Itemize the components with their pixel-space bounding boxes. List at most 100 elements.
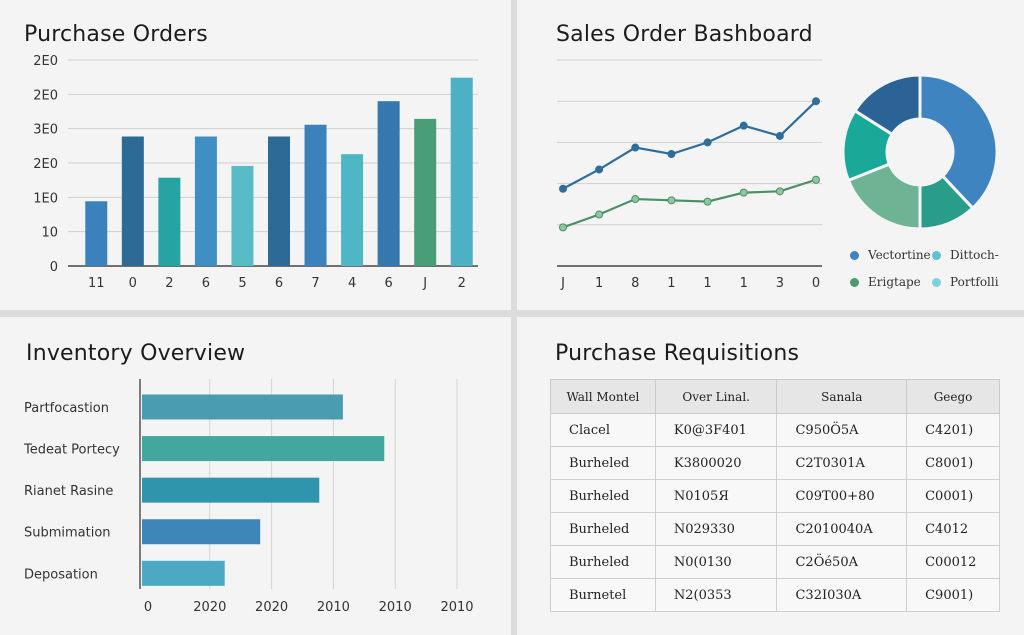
bar <box>414 118 437 266</box>
column-header[interactable]: Geego <box>906 379 1000 414</box>
x-tick-label: 7 <box>311 276 319 291</box>
x-tick-label: 5 <box>238 276 246 291</box>
requisitions-table: Wall Montel Over Linal. Sanala Geego Cla… <box>550 379 1000 612</box>
x-tick-label: 2010 <box>379 600 412 615</box>
y-tick-label: 2E0 <box>33 54 58 69</box>
legend-item-1: Vectortine <box>850 248 931 262</box>
table-row[interactable]: Clacel K0@3F401 C950Ö5A C4201) <box>550 413 1000 447</box>
table-row[interactable]: Burheled N029330 C2010040A C4012 <box>550 512 1000 546</box>
legend-label: Vectortine <box>868 248 931 262</box>
purchase-orders-chart: 2E0 2E0 3E0 2E0 1E0 10 0 11 0 2 6 5 6 7 4 6 J 2 <box>33 54 478 291</box>
table-cell: N029330 <box>654 512 778 546</box>
bar <box>142 477 320 503</box>
table-cell: C2Öé50A <box>776 545 908 579</box>
table-row[interactable]: Burheled K3800020 C2T0301A C8001) <box>550 446 1000 480</box>
table-cell: Burheled <box>550 545 656 579</box>
legend-label: Dittoch- <box>950 248 999 262</box>
bar <box>231 165 254 266</box>
table-cell: C32I030A <box>776 578 908 612</box>
legend-dot-icon <box>932 251 941 260</box>
table-cell: Burheled <box>550 512 656 546</box>
table-cell: C2010040A <box>776 512 908 546</box>
requisitions-title: Purchase Requisitions <box>555 341 800 366</box>
y-category-label: Submimation <box>24 526 111 541</box>
table-row[interactable]: Burheled N0105Я C09T00+80 C0001) <box>550 479 1000 513</box>
table-cell: K3800020 <box>654 446 778 480</box>
table-cell: Burheled <box>550 479 656 513</box>
inventory-panel: Inventory Overview 0 2020 2020 2010 2010 2010… <box>0 317 511 635</box>
table-cell: Burnetel <box>550 578 656 612</box>
purchase-orders-panel: Purchase Orders 2E0 2E0 3E0 2E0 1E0 10 0 11 0 2 6 5… <box>0 0 511 310</box>
y-category-label: Deposation <box>24 567 98 582</box>
table-cell: C950Ö5A <box>776 413 908 447</box>
bar <box>158 177 181 266</box>
legend-label: Portfolli <box>950 275 999 289</box>
bar <box>142 436 385 462</box>
column-header[interactable]: Wall Montel <box>550 379 656 414</box>
legend-dot-icon <box>850 251 859 260</box>
x-tick-label: 11 <box>88 276 105 291</box>
table-cell: C9001) <box>906 578 1000 612</box>
y-tick-label: 0 <box>50 260 58 275</box>
y-category-label: Tedeat Portecy <box>23 443 120 458</box>
bar <box>268 136 290 266</box>
x-tick-label: 0 <box>129 276 137 291</box>
legend-label: Erigtape <box>868 275 921 289</box>
table-cell: C4201) <box>906 413 1000 447</box>
table-cell: C4012 <box>906 512 1000 546</box>
legend-item-2: Dittoch- <box>932 248 999 262</box>
bar <box>142 519 261 545</box>
inventory-chart: 0 2020 2020 2010 2010 2010 Partfocastion Tedeat… <box>23 379 474 615</box>
x-tick-label: 2010 <box>440 600 473 615</box>
y-tick-label: 10 <box>41 226 58 241</box>
table-cell: K0@3F401 <box>654 413 778 447</box>
x-tick-label: 2010 <box>317 600 350 615</box>
table-cell: C00012 <box>906 545 1000 579</box>
requisitions-panel: Purchase Requisitions Wall Montel Over L… <box>517 317 1024 635</box>
x-tick-label: 6 <box>384 276 392 291</box>
bar <box>304 124 327 266</box>
table-row[interactable]: Burnetel N2(0353 C32I030A C9001) <box>550 578 1000 612</box>
table-cell: C2T0301A <box>776 446 908 480</box>
bar <box>450 77 473 267</box>
table-cell: N0(0130 <box>654 545 778 579</box>
x-tick-label: 0 <box>144 600 152 615</box>
x-tick-label: 6 <box>202 276 210 291</box>
table-cell: Burheled <box>550 446 656 480</box>
x-tick-label: 6 <box>275 276 283 291</box>
table-cell: N0105Я <box>654 479 778 513</box>
legend-dot-icon <box>850 278 859 287</box>
bar <box>85 201 108 266</box>
column-header[interactable]: Over Linal. <box>654 379 778 414</box>
column-header[interactable]: Sanala <box>776 379 908 414</box>
table-header-row: Wall Montel Over Linal. Sanala Geego <box>550 379 1000 414</box>
x-tick-label: 2020 <box>193 600 226 615</box>
x-tick-label: 2 <box>458 276 466 291</box>
table-cell: C8001) <box>906 446 1000 480</box>
y-category-label: Partfocastion <box>24 401 109 416</box>
table-cell: C0001) <box>906 479 1000 513</box>
y-tick-label: 3E0 <box>33 123 58 138</box>
y-tick-label: 2E0 <box>33 88 58 103</box>
bar <box>142 394 343 420</box>
bar <box>142 560 225 586</box>
x-tick-label: 2020 <box>255 600 288 615</box>
table-cell: C09T00+80 <box>776 479 908 513</box>
table-cell: N2(0353 <box>654 578 778 612</box>
table-row[interactable]: Burheled N0(0130 C2Öé50A C00012 <box>550 545 1000 579</box>
y-category-label: Rianet Rasine <box>24 484 113 499</box>
x-tick-label: 2 <box>165 276 173 291</box>
sales-order-panel: Sales Order Bashboard J1811130 Vectortin… <box>517 0 1024 310</box>
y-tick-label: 1E0 <box>33 191 58 206</box>
bar <box>121 136 144 266</box>
y-tick-label: 2E0 <box>33 157 58 172</box>
table-cell: Clacel <box>550 413 656 447</box>
sales-order-legend: Vectortine Dittoch- Erigtape Portfolli <box>517 0 1024 310</box>
x-tick-label: J <box>422 276 427 291</box>
bar <box>341 154 364 266</box>
legend-item-3: Erigtape <box>850 275 921 289</box>
legend-item-4: Portfolli <box>932 275 999 289</box>
bar <box>377 101 400 266</box>
legend-dot-icon <box>932 278 941 287</box>
bar <box>194 136 217 266</box>
